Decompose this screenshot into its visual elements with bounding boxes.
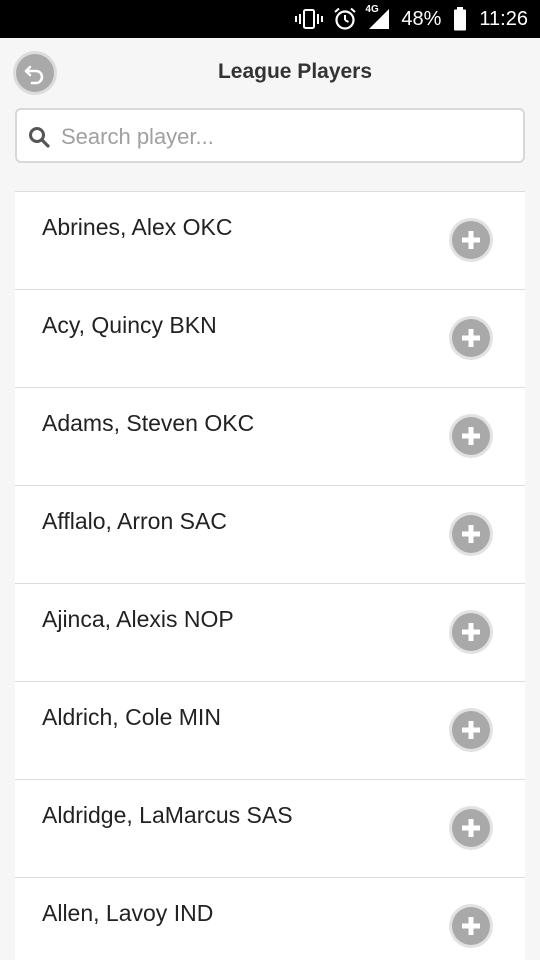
signal-icon: 4G [365,4,391,30]
status-bar: 4G 48% 11:26 [0,0,540,38]
player-name: Abrines, Alex OKC [42,214,233,240]
list-item[interactable]: Aldrich, Cole MIN [15,682,525,780]
add-player-button[interactable] [452,907,490,945]
plus-icon [462,329,480,347]
add-player-button[interactable] [452,809,490,847]
add-player-button[interactable] [452,319,490,357]
list-item[interactable]: Adams, Steven OKC [15,388,525,486]
app-header: League Players [0,38,540,106]
plus-icon [462,819,480,837]
add-player-button[interactable] [452,221,490,259]
list-item[interactable]: Afflalo, Arron SAC [15,486,525,584]
plus-icon [462,525,480,543]
plus-icon [462,623,480,641]
search-icon [27,125,51,149]
page-title: League Players [217,60,373,83]
player-name: Ajinca, Alexis NOP [42,606,234,632]
player-name: Allen, Lavoy IND [42,900,214,926]
plus-icon [462,721,480,739]
player-name: Aldridge, LaMarcus SAS [42,802,293,828]
player-name: Adams, Steven OKC [42,410,255,436]
search-box[interactable] [15,108,525,163]
player-name: Aldrich, Cole MIN [42,704,221,730]
screen: 4G 48% 11:26 League Players Search playe… [0,0,540,960]
battery-icon [453,7,467,31]
network-type-label: 4G [365,4,379,15]
list-item[interactable]: Allen, Lavoy IND [15,878,525,960]
player-name: Acy, Quincy BKN [42,312,217,338]
clock-time: 11:26 [479,7,528,30]
add-player-button[interactable] [452,417,490,455]
player-list: Abrines, Alex OKC Acy, Quincy BKN Adams,… [15,191,525,960]
player-name: Afflalo, Arron SAC [42,508,227,534]
list-item[interactable]: Abrines, Alex OKC [15,192,525,290]
vibrate-icon [295,8,324,30]
add-player-button[interactable] [452,515,490,553]
list-item[interactable]: Aldridge, LaMarcus SAS [15,780,525,878]
battery-percent: 48% [401,7,442,30]
plus-icon [462,917,480,935]
search-input[interactable] [59,118,513,156]
add-player-button[interactable] [452,711,490,749]
list-item[interactable]: Acy, Quincy BKN [15,290,525,388]
alarm-icon [333,7,357,31]
list-item[interactable]: Ajinca, Alexis NOP [15,584,525,682]
plus-icon [462,427,480,445]
add-player-button[interactable] [452,613,490,651]
plus-icon [462,231,480,249]
